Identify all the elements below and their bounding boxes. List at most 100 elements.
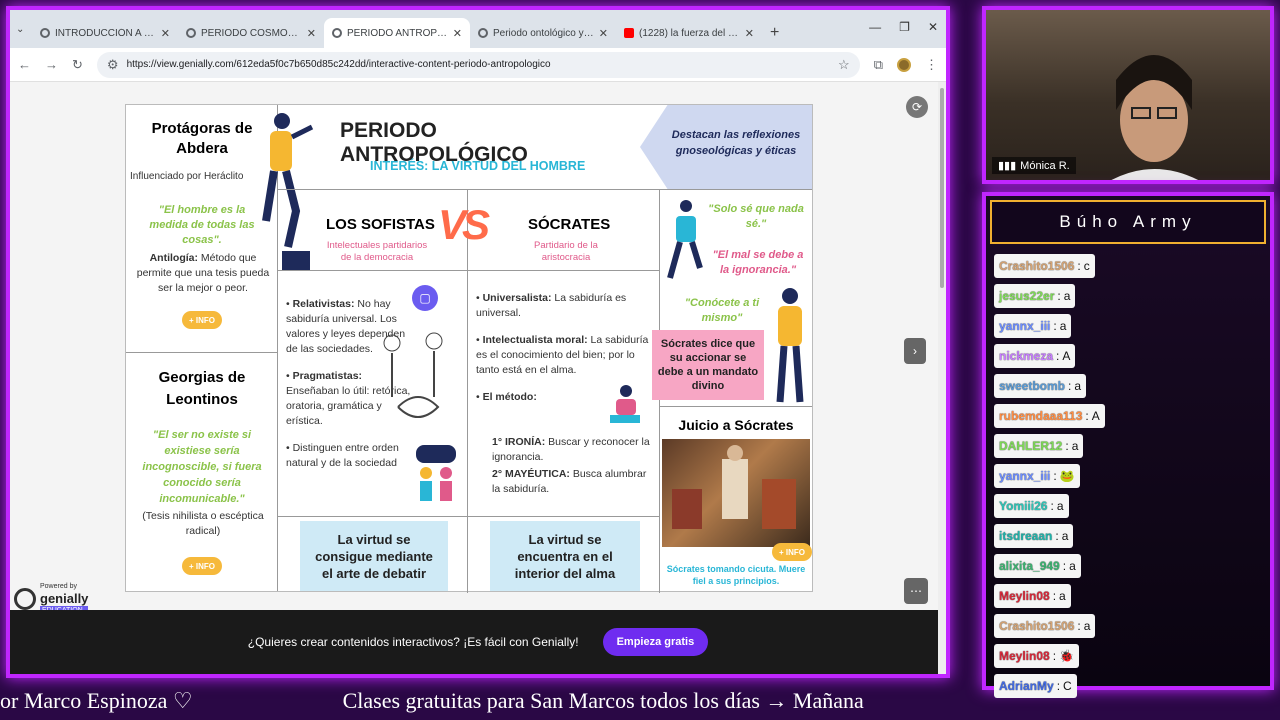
close-window-icon[interactable]: ✕ — [928, 20, 938, 34]
browser-window: ⌄ INTRODUCCIÓN A LA FILOSOF ✕ PERIODO CO… — [6, 6, 950, 678]
start-free-button[interactable]: Empieza gratis — [602, 628, 709, 656]
chat-text: a — [1074, 379, 1082, 393]
window-controls: — ❐ ✕ — [869, 20, 938, 34]
reading-person-illustration — [610, 385, 640, 423]
close-icon[interactable]: ✕ — [599, 27, 608, 40]
method-mayeutica: 2° MAYÉUTICA: Busca alumbrar la sabidurí… — [492, 468, 647, 495]
genially-favicon-icon — [186, 28, 196, 38]
site-info-icon[interactable]: ⚙ — [107, 57, 119, 73]
back-arrow-icon[interactable]: ← — [18, 57, 31, 72]
tab-strip: ⌄ INTRODUCCIÓN A LA FILOSOF ✕ PERIODO CO… — [10, 10, 946, 48]
note-banner-text: Destacan las reflexiones gnoseológicas y… — [671, 129, 801, 157]
chat-text: C — [1063, 679, 1072, 693]
chat-text: 🐞 — [1059, 649, 1074, 663]
youtube-favicon-icon — [624, 28, 634, 38]
juicio-caption: Sócrates tomando cicuta. Muere fiel a su… — [666, 564, 806, 586]
chat-message: nickmeza: A — [994, 344, 1076, 368]
socrates-body: • Universalista: La sabiduría es univers… — [468, 271, 660, 517]
reload-icon[interactable]: ↻ — [72, 57, 83, 73]
chat-username[interactable]: yannx_iii — [999, 469, 1050, 483]
tab-cosmologico[interactable]: PERIODO COSMOLÓGICO | Ge ✕ — [178, 18, 324, 48]
chat-username[interactable]: Meylin08 — [999, 649, 1050, 663]
chat-username[interactable]: Yomiii26 — [999, 499, 1047, 513]
extensions-icon[interactable]: ⧉ — [874, 57, 883, 73]
tab-search-chevron-icon[interactable]: ⌄ — [16, 24, 24, 35]
chat-message: Crashito1506: c — [994, 254, 1095, 278]
chat-separator: : — [1050, 499, 1054, 513]
chat-username[interactable]: alixita_949 — [999, 559, 1060, 573]
more-options-icon[interactable]: ⋯ — [904, 578, 928, 604]
tab-ontologico[interactable]: Periodo ontológico y Helenísti ✕ — [470, 18, 616, 48]
genially-g-icon — [14, 587, 36, 610]
scrollbar-thumb[interactable] — [940, 88, 944, 288]
page-scrollbar[interactable] — [938, 82, 946, 674]
sofistas-title: LOS SOFISTAS — [326, 216, 435, 233]
cta-text: ¿Quieres crear contenidos interactivos? … — [247, 635, 579, 649]
chat-message: Crashito1506: a — [994, 614, 1096, 638]
protagoras-info-button[interactable]: + INFO — [182, 311, 222, 329]
chat-username[interactable]: rubemdaaa113 — [999, 409, 1082, 423]
close-icon[interactable]: ✕ — [307, 27, 316, 40]
minimize-icon[interactable]: — — [869, 20, 881, 34]
genially-slide: Protágoras de Abdera Influenciado por He… — [125, 104, 813, 593]
chat-bubble-icon[interactable]: ▢ — [412, 285, 438, 311]
juicio-title: Juicio a Sócrates — [678, 417, 794, 433]
chat-message: Meylin08: a — [994, 584, 1071, 608]
tab-antropologico[interactable]: PERIODO ANTROPOLÓGICO | G ✕ — [324, 18, 470, 48]
quote-conocete: "Conócete a ti mismo" — [684, 297, 760, 324]
chat-separator: : — [1068, 379, 1072, 393]
chat-text: 🐸 — [1059, 469, 1075, 483]
bookmark-star-icon[interactable]: ☆ — [838, 57, 850, 73]
chat-username[interactable]: Meylin08 — [999, 589, 1050, 603]
profile-avatar[interactable] — [897, 57, 911, 72]
restore-icon[interactable]: ❐ — [899, 20, 910, 34]
painting-figures — [672, 445, 796, 529]
chat-message: itsdreaan: a — [994, 524, 1074, 548]
juicio-info-button[interactable]: + INFO — [772, 543, 812, 561]
close-icon[interactable]: ✕ — [161, 27, 170, 40]
chat-username[interactable]: jesus22er — [999, 289, 1054, 303]
chat-list: Crashito1506: c jesus22er: a yannx_iii: a nick… — [986, 248, 1270, 704]
genially-favicon-icon — [332, 28, 342, 38]
gorgias-note: (Tesis nihilista o escéptica radical) — [142, 510, 264, 537]
ticker-text: or Marco Espinoza ♡ — [0, 688, 193, 713]
forward-arrow-icon[interactable]: → — [45, 57, 58, 72]
chat-separator: : — [1077, 619, 1081, 633]
address-bar[interactable]: ⚙ https://view.genially.com/612eda5f0c7b… — [96, 51, 860, 78]
chat-message: jesus22er: a — [994, 284, 1076, 308]
close-icon[interactable]: ✕ — [745, 27, 754, 40]
chat-message: Meylin08: 🐞 — [994, 644, 1079, 668]
chat-separator: : — [1056, 679, 1061, 693]
gorgias-info-button[interactable]: + INFO — [182, 557, 222, 575]
chat-username[interactable]: Crashito1506 — [999, 259, 1074, 273]
chat-message: yannx_iii: 🐸 — [994, 464, 1080, 488]
chat-username[interactable]: Crashito1506 — [999, 619, 1074, 633]
socrates-subtitle: Partidario de la aristocracia — [534, 240, 598, 263]
chat-text: A — [1062, 349, 1071, 363]
protagoras-quote: "El hombre es la medida de todas las cos… — [149, 204, 255, 246]
socrates-title: SÓCRATES — [528, 216, 611, 233]
chat-separator: : — [1057, 289, 1061, 303]
chat-username[interactable]: sweetbomb — [999, 379, 1065, 393]
stream-chat: Búho Army Crashito1506: c jesus22er: a yannx… — [982, 192, 1274, 698]
chat-username[interactable]: itsdreaan — [999, 529, 1052, 543]
new-tab-button[interactable]: + — [762, 24, 787, 48]
chat-username[interactable]: nickmeza — [999, 349, 1053, 363]
tab-introduccion[interactable]: INTRODUCCIÓN A LA FILOSOF ✕ — [32, 18, 178, 48]
browser-toolbar: ← → ↻ ⚙ https://view.genially.com/612eda… — [10, 48, 946, 82]
chat-separator: : — [1053, 319, 1057, 333]
method-ironia: 1° IRONÍA: Buscar y reconocer la ignoran… — [492, 436, 650, 463]
chat-message: alixita_949: a — [994, 554, 1081, 578]
next-slide-chevron-icon[interactable]: › — [904, 338, 926, 364]
close-icon[interactable]: ✕ — [453, 27, 462, 40]
chat-username[interactable]: yannx_iii — [999, 319, 1050, 333]
chat-message: yannx_iii: a — [994, 314, 1072, 338]
tab-youtube[interactable]: (1228) la fuerza del amor - You ✕ — [616, 18, 762, 48]
chat-username[interactable]: AdrianMy — [999, 679, 1054, 693]
reload-slide-icon[interactable]: ⟳ — [906, 96, 928, 118]
chat-username[interactable]: DAHLER12 — [999, 439, 1062, 453]
socrates-header: SÓCRATES Partidario de la aristocracia — [468, 189, 660, 271]
chat-text: a — [1069, 559, 1076, 573]
genially-cta-bar: ¿Quieres crear contenidos interactivos? … — [10, 610, 946, 674]
more-menu-icon[interactable]: ⋮ — [925, 57, 938, 73]
